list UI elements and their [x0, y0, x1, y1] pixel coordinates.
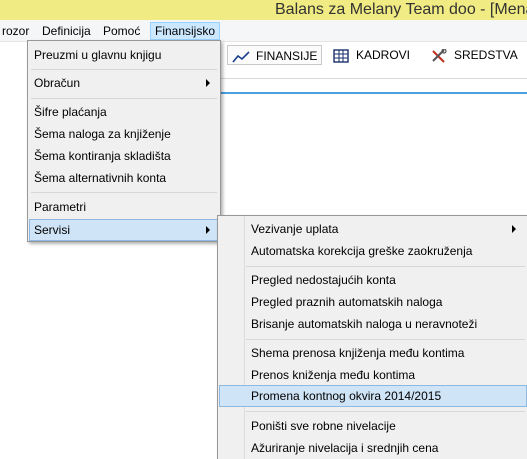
- menu-item-label: Ažuriranje nivelacija i srednjih cena: [251, 441, 439, 455]
- tab-kadrovi[interactable]: KADROVI: [332, 45, 410, 65]
- tab-sredstva[interactable]: SREDSTVA: [430, 45, 518, 65]
- menu-item-label: Pregled nedostajućih konta: [251, 273, 396, 287]
- menu-item-label: Poništi sve robne nivelacije: [251, 419, 396, 433]
- menu-item-label: Pregled praznih automatskih naloga: [251, 295, 443, 309]
- separator: [31, 192, 217, 193]
- menu-item-label: Parametri: [34, 200, 87, 214]
- menu-item-label: Šifre plaćanja: [34, 105, 107, 119]
- menu-item-label: Šema alternativnih konta: [34, 171, 167, 185]
- menu-item-brisanje-automatskih[interactable]: Brisanje automatskih naloga u neravnotež…: [219, 313, 527, 335]
- menu-item-label: Automatska korekcija greške zaokruženja: [251, 244, 473, 258]
- menu-item-label: Šema naloga za knjiženje: [34, 127, 171, 141]
- menu-item-prenos-knizenja[interactable]: Prenos kniženja među kontima: [219, 364, 527, 386]
- separator: [31, 98, 217, 99]
- menu-item-label: Shema prenosa knjiženja među kontima: [251, 346, 465, 360]
- separator: [246, 411, 525, 412]
- menu-item-vezivanje-uplata[interactable]: Vezivanje uplata: [219, 218, 527, 240]
- menu-definicija[interactable]: Definicija: [38, 22, 95, 40]
- menu-bar: rozor Definicija Pomoć Finansijsko: [0, 20, 527, 42]
- menu-item-promena-kontnog-okvira[interactable]: Promena kontnog okvira 2014/2015: [219, 385, 527, 407]
- tab-kadrovi-label: KADROVI: [356, 48, 411, 62]
- menu-item-sifre-placanja[interactable]: Šifre plaćanja: [29, 101, 219, 123]
- submenu-arrow-icon: [206, 226, 210, 234]
- grid-icon: [332, 49, 350, 63]
- menu-item-pregled-nedostajucih[interactable]: Pregled nedostajućih konta: [219, 269, 527, 291]
- menu-item-ponisti-nivelacije[interactable]: Poništi sve robne nivelacije: [219, 415, 527, 437]
- separator: [31, 69, 217, 70]
- menu-item-label: Servisi: [34, 223, 71, 237]
- menu-item-servisi[interactable]: Servisi: [29, 219, 219, 241]
- accent-strip: [220, 92, 527, 94]
- menu-item-shema-prenosa[interactable]: Shema prenosa knjiženja među kontima: [219, 342, 527, 364]
- title-bar: Balans za Melany Team doo - [Menad: [0, 0, 527, 20]
- menu-item-parametri[interactable]: Parametri: [29, 196, 219, 218]
- menu-item-label: Vezivanje uplata: [251, 222, 339, 236]
- menu-finansijsko[interactable]: Finansijsko: [150, 22, 221, 40]
- servisi-submenu: Vezivanje uplata Automatska korekcija gr…: [217, 215, 527, 459]
- module-toolbar: FINANSIJE KADROVI SREDSTVA: [220, 42, 527, 68]
- menu-pomoc[interactable]: Pomoć: [99, 22, 144, 40]
- menu-item-sema-kontiranja[interactable]: Šema kontiranja skladišta: [29, 145, 219, 167]
- menu-item-label: Preuzmi u glavnu knjigu: [34, 48, 162, 62]
- window-title: Balans za Melany Team doo - [Menad: [275, 1, 527, 18]
- tab-sredstva-label: SREDSTVA: [454, 48, 518, 62]
- menu-item-sema-alternativnih[interactable]: Šema alternativnih konta: [29, 167, 219, 189]
- menu-item-label: Brisanje automatskih naloga u neravnotež…: [251, 317, 478, 331]
- menu-item-label: Promena kontnog okvira 2014/2015: [251, 389, 442, 403]
- menu-item-label: Prenos kniženja među kontima: [251, 368, 416, 382]
- menu-item-pregled-praznih[interactable]: Pregled praznih automatskih naloga: [219, 291, 527, 313]
- line-chart-icon: [232, 50, 250, 64]
- menu-item-label: Šema kontiranja skladišta: [34, 149, 171, 163]
- tab-finansije[interactable]: FINANSIJE: [227, 45, 323, 65]
- menu-item-label: Obračun: [34, 76, 81, 90]
- menu-item-obracun[interactable]: Obračun: [29, 72, 219, 94]
- separator: [246, 339, 525, 340]
- separator: [246, 266, 525, 267]
- finansijsko-menu: Preuzmi u glavnu knjigu Obračun Šifre pl…: [27, 40, 221, 242]
- menu-item-automatska-korekcija[interactable]: Automatska korekcija greške zaokruženja: [219, 240, 527, 262]
- menu-item-preuzmi[interactable]: Preuzmi u glavnu knjigu: [29, 44, 219, 66]
- submenu-arrow-icon: [512, 225, 516, 233]
- menu-rozor[interactable]: rozor: [0, 22, 33, 40]
- tab-finansije-label: FINANSIJE: [256, 49, 318, 63]
- menu-item-sema-naloga[interactable]: Šema naloga za knjiženje: [29, 123, 219, 145]
- menu-item-azuriranje-nivelacija[interactable]: Ažuriranje nivelacija i srednjih cena: [219, 437, 527, 459]
- tools-icon: [430, 48, 448, 63]
- submenu-arrow-icon: [206, 79, 210, 87]
- toolbar-divider: [220, 78, 527, 79]
